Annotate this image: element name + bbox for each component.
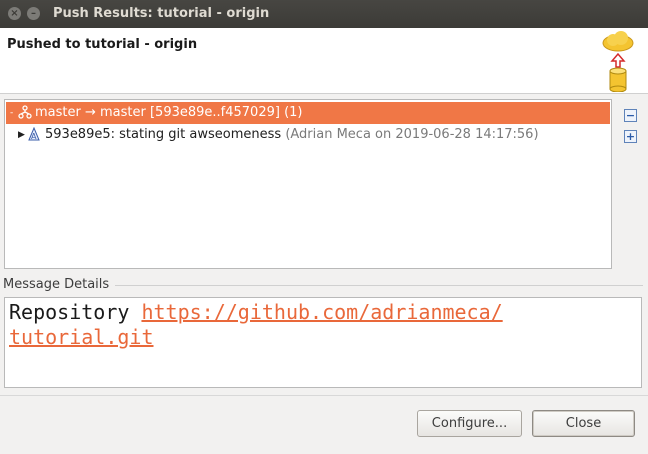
message-details-box[interactable]: Repository https://github.com/adrianmeca… <box>4 297 642 388</box>
branch-icon <box>18 105 32 119</box>
collapse-all-icon[interactable]: − <box>624 109 637 122</box>
button-bar-separator <box>0 395 648 396</box>
push-results-tree[interactable]: - master → master [593e89e..f457029] (1)… <box>4 99 612 269</box>
commit-summary: 593e89e5: stating git awseomeness <box>45 127 282 142</box>
ref-update-label: master → master [593e89e..f457029] (1) <box>35 105 303 120</box>
message-prefix: Repository <box>9 300 142 324</box>
expand-toggle-icon[interactable]: ▶ <box>18 124 25 146</box>
commit-label: 593e89e5: stating git awseomeness (Adria… <box>45 124 539 146</box>
group-divider <box>115 285 643 286</box>
configure-button[interactable]: Configure... <box>417 410 522 437</box>
window-close-button[interactable]: × <box>8 7 21 20</box>
message-details-label: Message Details <box>3 277 110 292</box>
expand-all-icon[interactable]: + <box>624 130 637 143</box>
collapse-toggle-icon[interactable]: - <box>10 102 13 124</box>
title-bar: × – Push Results: tutorial - origin <box>0 0 648 28</box>
commit-row[interactable]: ▶ A 593e89e5: stating git awseomeness (A… <box>6 124 610 146</box>
ref-update-row[interactable]: - master → master [593e89e..f457029] (1) <box>6 102 610 124</box>
push-to-cloud-icon <box>602 31 634 92</box>
commit-icon: A <box>28 127 40 141</box>
window-title: Push Results: tutorial - origin <box>53 6 270 21</box>
svg-text:A: A <box>31 132 37 141</box>
message-text: Repository https://github.com/adrianmeca… <box>9 300 629 350</box>
close-button[interactable]: Close <box>532 410 635 437</box>
dialog-heading: Pushed to tutorial - origin <box>7 37 198 52</box>
commit-author: (Adrian Meca on 2019-06-28 14:17:56) <box>285 127 539 142</box>
window-minimize-button[interactable]: – <box>27 7 40 20</box>
dialog-header: Pushed to tutorial - origin <box>0 28 648 94</box>
